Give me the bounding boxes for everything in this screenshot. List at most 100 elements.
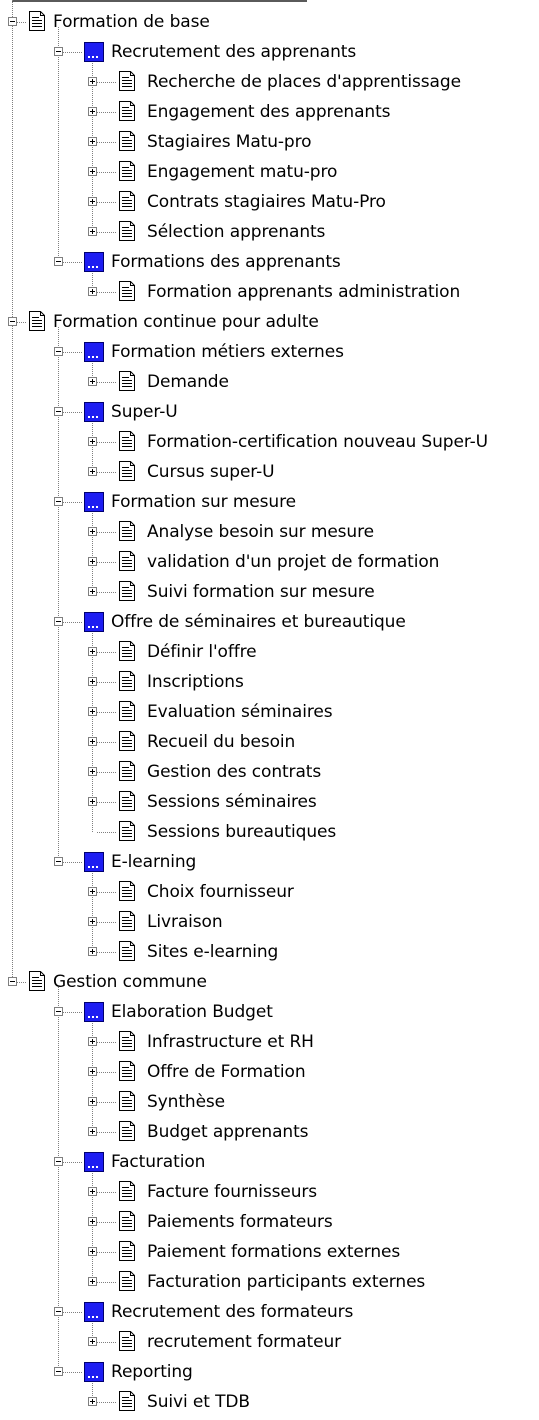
collapse-toggle-icon[interactable]	[8, 17, 17, 26]
expand-toggle-icon[interactable]	[88, 767, 97, 776]
tree-item-label[interactable]: Formation continue pour adulte	[53, 312, 319, 332]
tree-item-label[interactable]: Cursus super-U	[147, 462, 275, 482]
expand-toggle-icon[interactable]	[88, 1217, 97, 1226]
expand-toggle-icon[interactable]	[88, 917, 97, 926]
tree-item-label[interactable]: Offre de séminaires et bureautique	[111, 612, 406, 632]
expand-toggle-icon[interactable]	[88, 737, 97, 746]
tree-leaf-item[interactable]: Budget apprenants	[0, 1117, 539, 1147]
expand-toggle-icon[interactable]	[88, 167, 97, 176]
tree-leaf-item[interactable]: recrutement formateur	[0, 1327, 539, 1357]
tree-item-label[interactable]: Elaboration Budget	[111, 1002, 273, 1022]
expand-toggle-icon[interactable]	[88, 1187, 97, 1196]
expand-toggle-icon[interactable]	[88, 437, 97, 446]
tree-item-label[interactable]: Budget apprenants	[147, 1122, 309, 1142]
tree-item-label[interactable]: Gestion des contrats	[147, 762, 321, 782]
tree-item-label[interactable]: E-learning	[111, 852, 196, 872]
tree-leaf-item[interactable]: Formation-certification nouveau Super-U	[0, 427, 539, 457]
tree-leaf-item[interactable]: Contrats stagiaires Matu-Pro	[0, 187, 539, 217]
tree-leaf-item[interactable]: Suivi formation sur mesure	[0, 577, 539, 607]
tree-leaf-item[interactable]: Suivi et TDB	[0, 1387, 539, 1417]
collapse-toggle-icon[interactable]	[54, 47, 63, 56]
tree-item-label[interactable]: Super-U	[111, 402, 178, 422]
collapse-toggle-icon[interactable]	[8, 317, 17, 326]
tree-item-label[interactable]: Recherche de places d'apprentissage	[147, 72, 461, 92]
tree-leaf-item[interactable]: Sessions séminaires	[0, 787, 539, 817]
tree-item-label[interactable]: Facturation participants externes	[147, 1272, 425, 1292]
tree-leaf-item[interactable]: Livraison	[0, 907, 539, 937]
expand-toggle-icon[interactable]	[88, 197, 97, 206]
tree-item-label[interactable]: Définir l'offre	[147, 642, 257, 662]
tree-item-label[interactable]: Formation sur mesure	[111, 492, 296, 512]
tree-item-label[interactable]: Gestion commune	[53, 972, 207, 992]
tree-item-label[interactable]: Analyse besoin sur mesure	[147, 522, 374, 542]
tree-item-label[interactable]: validation d'un projet de formation	[147, 552, 439, 572]
tree-item-label[interactable]: Formation apprenants administration	[147, 282, 460, 302]
tree-leaf-item[interactable]: Gestion des contrats	[0, 757, 539, 787]
tree-folder-item[interactable]: Offre de séminaires et bureautique	[0, 607, 539, 637]
tree-leaf-item[interactable]: Définir l'offre	[0, 637, 539, 667]
tree-item-label[interactable]: Livraison	[147, 912, 223, 932]
collapse-toggle-icon[interactable]	[54, 617, 63, 626]
tree-folder-item[interactable]: Recrutement des apprenants	[0, 37, 539, 67]
expand-toggle-icon[interactable]	[88, 947, 97, 956]
collapse-toggle-icon[interactable]	[54, 407, 63, 416]
expand-toggle-icon[interactable]	[88, 707, 97, 716]
tree-item-label[interactable]: Infrastructure et RH	[147, 1032, 314, 1052]
tree-leaf-item[interactable]: Sessions bureautiques	[0, 817, 539, 847]
tree-item-label[interactable]: Inscriptions	[147, 672, 244, 692]
collapse-toggle-icon[interactable]	[8, 977, 17, 986]
tree-leaf-item[interactable]: Evaluation séminaires	[0, 697, 539, 727]
expand-toggle-icon[interactable]	[88, 1097, 97, 1106]
tree-item-label[interactable]: Engagement matu-pro	[147, 162, 337, 182]
tree-leaf-item[interactable]: Inscriptions	[0, 667, 539, 697]
tree-leaf-item[interactable]: Recueil du besoin	[0, 727, 539, 757]
tree-folder-item[interactable]: Formations des apprenants	[0, 247, 539, 277]
collapse-toggle-icon[interactable]	[54, 1007, 63, 1016]
collapse-toggle-icon[interactable]	[54, 257, 63, 266]
tree-folder-item[interactable]: Recrutement des formateurs	[0, 1297, 539, 1327]
expand-toggle-icon[interactable]	[88, 287, 97, 296]
tree-item-label[interactable]: Formation métiers externes	[111, 342, 344, 362]
expand-toggle-icon[interactable]	[88, 1247, 97, 1256]
collapse-toggle-icon[interactable]	[54, 1307, 63, 1316]
tree-folder-item[interactable]: Elaboration Budget	[0, 997, 539, 1027]
tree-item-label[interactable]: Synthèse	[147, 1092, 225, 1112]
tree-item-label[interactable]: Sélection apprenants	[147, 222, 325, 242]
collapse-toggle-icon[interactable]	[54, 857, 63, 866]
tree-leaf-item[interactable]: Synthèse	[0, 1087, 539, 1117]
expand-toggle-icon[interactable]	[88, 1067, 97, 1076]
tree-item-label[interactable]: Facture fournisseurs	[147, 1182, 317, 1202]
tree-folder-item[interactable]: Facturation	[0, 1147, 539, 1177]
tree-leaf-item[interactable]: Paiements formateurs	[0, 1207, 539, 1237]
tree-item-label[interactable]: Reporting	[111, 1362, 193, 1382]
expand-toggle-icon[interactable]	[88, 77, 97, 86]
expand-toggle-icon[interactable]	[88, 137, 97, 146]
tree-leaf-item[interactable]: Engagement matu-pro	[0, 157, 539, 187]
tree-leaf-item[interactable]: Stagiaires Matu-pro	[0, 127, 539, 157]
expand-toggle-icon[interactable]	[88, 1397, 97, 1406]
tree-item-label[interactable]: Sessions séminaires	[147, 792, 317, 812]
expand-toggle-icon[interactable]	[88, 887, 97, 896]
expand-toggle-icon[interactable]	[88, 107, 97, 116]
collapse-toggle-icon[interactable]	[54, 1157, 63, 1166]
tree-item-label[interactable]: Formation-certification nouveau Super-U	[147, 432, 488, 452]
tree-folder-item[interactable]: Formation sur mesure	[0, 487, 539, 517]
collapse-toggle-icon[interactable]	[54, 497, 63, 506]
expand-toggle-icon[interactable]	[88, 587, 97, 596]
expand-toggle-icon[interactable]	[88, 1037, 97, 1046]
tree-leaf-item[interactable]: Facturation participants externes	[0, 1267, 539, 1297]
expand-toggle-icon[interactable]	[88, 647, 97, 656]
expand-toggle-icon[interactable]	[88, 527, 97, 536]
tree-item-label[interactable]: Contrats stagiaires Matu-Pro	[147, 192, 386, 212]
expand-toggle-icon[interactable]	[88, 1337, 97, 1346]
expand-toggle-icon[interactable]	[88, 1277, 97, 1286]
expand-toggle-icon[interactable]	[88, 1127, 97, 1136]
tree-item-label[interactable]: Paiements formateurs	[147, 1212, 333, 1232]
tree-leaf-item[interactable]: Engagement des apprenants	[0, 97, 539, 127]
tree-root-item[interactable]: Formation de base	[0, 7, 539, 37]
tree-item-label[interactable]: Suivi et TDB	[147, 1392, 250, 1412]
tree-leaf-item[interactable]: Offre de Formation	[0, 1057, 539, 1087]
tree-item-label[interactable]: Offre de Formation	[147, 1062, 306, 1082]
tree-item-label[interactable]: Engagement des apprenants	[147, 102, 391, 122]
collapse-toggle-icon[interactable]	[54, 347, 63, 356]
